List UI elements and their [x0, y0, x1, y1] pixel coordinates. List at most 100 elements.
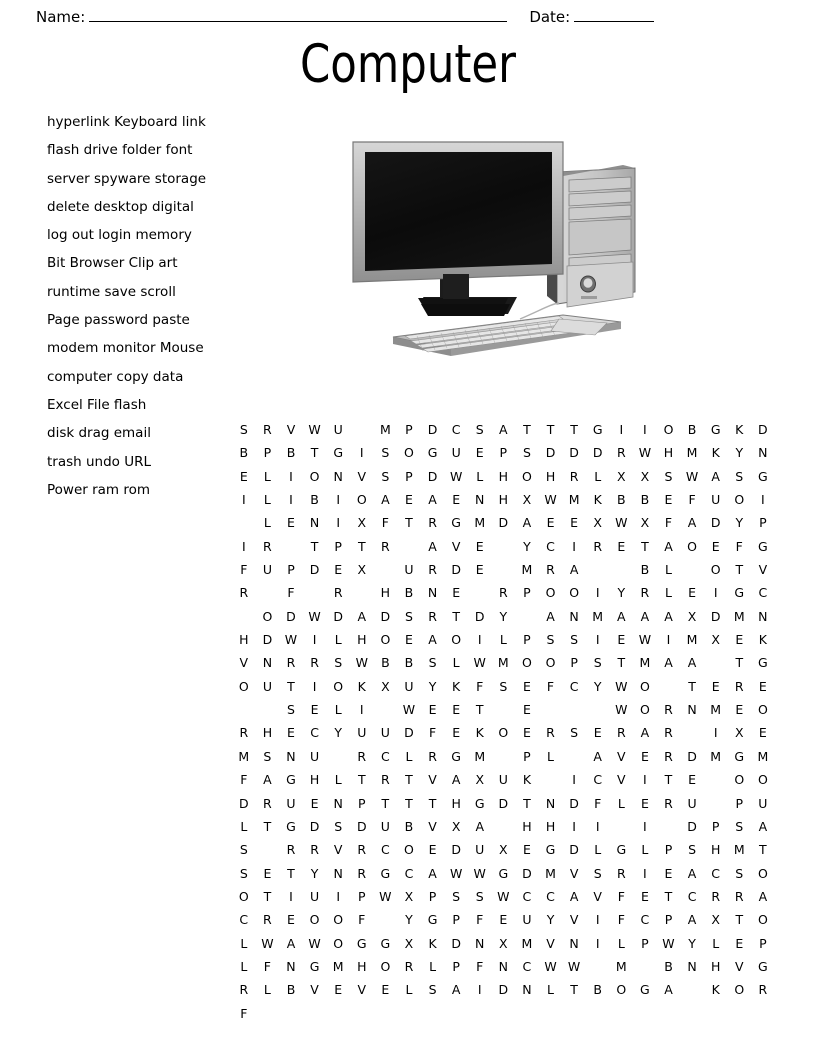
- grid-cell[interactable]: S: [562, 721, 586, 744]
- grid-cell[interactable]: A: [421, 535, 445, 558]
- grid-cell[interactable]: H: [515, 815, 539, 838]
- grid-cell[interactable]: F: [468, 908, 492, 931]
- grid-cell[interactable]: R: [421, 511, 445, 534]
- grid-cell[interactable]: [492, 558, 516, 581]
- grid-cell[interactable]: O: [562, 581, 586, 604]
- grid-cell[interactable]: F: [256, 955, 280, 978]
- grid-cell[interactable]: N: [751, 441, 775, 464]
- grid-cell[interactable]: P: [727, 792, 751, 815]
- grid-cell[interactable]: W: [279, 628, 303, 651]
- grid-cell[interactable]: S: [492, 675, 516, 698]
- grid-cell[interactable]: G: [704, 418, 728, 441]
- grid-cell[interactable]: [539, 768, 563, 791]
- grid-cell[interactable]: [492, 698, 516, 721]
- grid-cell[interactable]: O: [633, 698, 657, 721]
- grid-cell[interactable]: W: [657, 932, 681, 955]
- grid-cell[interactable]: I: [586, 908, 610, 931]
- grid-cell[interactable]: L: [610, 792, 634, 815]
- grid-cell[interactable]: W: [468, 651, 492, 674]
- grid-cell[interactable]: X: [704, 628, 728, 651]
- grid-cell[interactable]: L: [586, 838, 610, 861]
- grid-cell[interactable]: K: [468, 721, 492, 744]
- grid-cell[interactable]: I: [468, 978, 492, 1001]
- grid-cell[interactable]: P: [397, 465, 421, 488]
- grid-cell[interactable]: [633, 955, 657, 978]
- grid-cell[interactable]: O: [397, 838, 421, 861]
- grid-cell[interactable]: S: [727, 465, 751, 488]
- grid-cell[interactable]: [657, 815, 681, 838]
- grid-cell[interactable]: T: [657, 885, 681, 908]
- grid-cell[interactable]: I: [279, 488, 303, 511]
- grid-cell[interactable]: X: [397, 932, 421, 955]
- grid-cell[interactable]: D: [539, 441, 563, 464]
- grid-cell[interactable]: C: [232, 908, 256, 931]
- grid-cell[interactable]: I: [279, 465, 303, 488]
- grid-cell[interactable]: R: [326, 581, 350, 604]
- grid-cell[interactable]: A: [680, 862, 704, 885]
- grid-cell[interactable]: T: [562, 978, 586, 1001]
- grid-cell[interactable]: N: [303, 511, 327, 534]
- grid-cell[interactable]: H: [350, 955, 374, 978]
- grid-cell[interactable]: R: [539, 558, 563, 581]
- grid-cell[interactable]: U: [256, 558, 280, 581]
- grid-cell[interactable]: K: [586, 488, 610, 511]
- grid-cell[interactable]: W: [468, 862, 492, 885]
- grid-cell[interactable]: N: [279, 745, 303, 768]
- grid-cell[interactable]: S: [421, 651, 445, 674]
- grid-cell[interactable]: A: [657, 651, 681, 674]
- grid-cell[interactable]: N: [326, 465, 350, 488]
- grid-cell[interactable]: V: [586, 885, 610, 908]
- grid-cell[interactable]: L: [256, 465, 280, 488]
- grid-cell[interactable]: O: [633, 675, 657, 698]
- grid-cell[interactable]: E: [397, 628, 421, 651]
- grid-cell[interactable]: U: [751, 792, 775, 815]
- grid-cell[interactable]: D: [279, 605, 303, 628]
- grid-cell[interactable]: S: [515, 441, 539, 464]
- grid-cell[interactable]: I: [633, 418, 657, 441]
- grid-cell[interactable]: I: [657, 628, 681, 651]
- grid-cell[interactable]: I: [350, 441, 374, 464]
- grid-cell[interactable]: L: [326, 698, 350, 721]
- grid-cell[interactable]: R: [657, 745, 681, 768]
- grid-cell[interactable]: U: [492, 768, 516, 791]
- grid-cell[interactable]: G: [350, 932, 374, 955]
- grid-cell[interactable]: U: [256, 675, 280, 698]
- grid-cell[interactable]: E: [421, 838, 445, 861]
- grid-cell[interactable]: A: [444, 768, 468, 791]
- grid-cell[interactable]: K: [751, 628, 775, 651]
- grid-cell[interactable]: V: [751, 558, 775, 581]
- grid-cell[interactable]: [586, 698, 610, 721]
- grid-cell[interactable]: E: [633, 885, 657, 908]
- grid-cell[interactable]: [586, 955, 610, 978]
- grid-cell[interactable]: [492, 535, 516, 558]
- grid-cell[interactable]: O: [492, 721, 516, 744]
- grid-cell[interactable]: A: [444, 978, 468, 1001]
- grid-cell[interactable]: G: [586, 418, 610, 441]
- grid-cell[interactable]: F: [610, 908, 634, 931]
- grid-cell[interactable]: E: [397, 488, 421, 511]
- grid-cell[interactable]: K: [350, 675, 374, 698]
- grid-cell[interactable]: H: [303, 768, 327, 791]
- grid-cell[interactable]: V: [326, 838, 350, 861]
- grid-cell[interactable]: N: [421, 581, 445, 604]
- grid-cell[interactable]: M: [727, 605, 751, 628]
- grid-cell[interactable]: L: [397, 978, 421, 1001]
- grid-cell[interactable]: N: [279, 955, 303, 978]
- grid-cell[interactable]: S: [586, 651, 610, 674]
- grid-cell[interactable]: D: [680, 745, 704, 768]
- grid-cell[interactable]: [303, 581, 327, 604]
- grid-cell[interactable]: [680, 558, 704, 581]
- grid-cell[interactable]: L: [397, 745, 421, 768]
- grid-cell[interactable]: D: [562, 792, 586, 815]
- grid-cell[interactable]: D: [562, 838, 586, 861]
- grid-cell[interactable]: I: [704, 721, 728, 744]
- grid-cell[interactable]: Y: [421, 675, 445, 698]
- grid-cell[interactable]: H: [492, 488, 516, 511]
- grid-cell[interactable]: B: [279, 441, 303, 464]
- grid-cell[interactable]: M: [586, 605, 610, 628]
- grid-cell[interactable]: N: [468, 488, 492, 511]
- grid-cell[interactable]: R: [657, 698, 681, 721]
- grid-cell[interactable]: S: [279, 698, 303, 721]
- grid-cell[interactable]: O: [704, 558, 728, 581]
- grid-cell[interactable]: D: [680, 815, 704, 838]
